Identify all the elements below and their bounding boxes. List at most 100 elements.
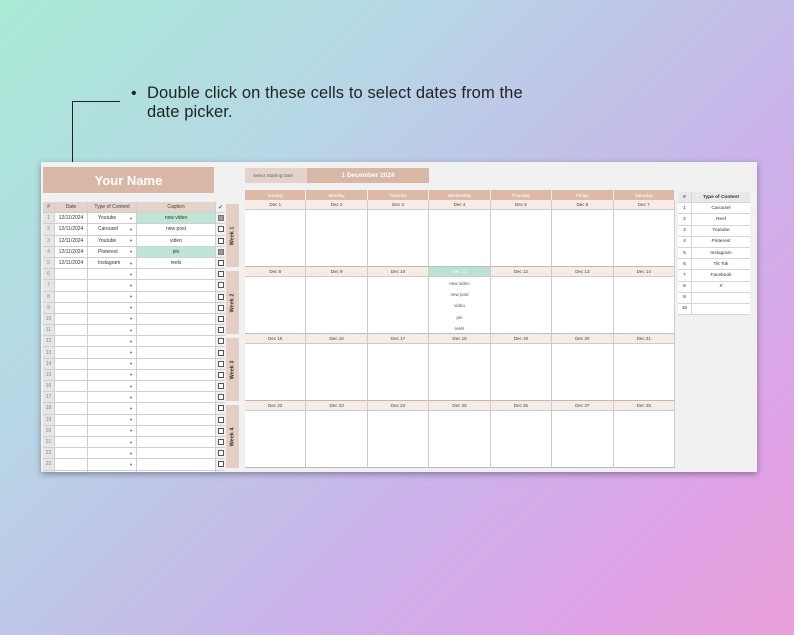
- caption-cell[interactable]: [137, 313, 216, 325]
- type-dropdown[interactable]: ▼: [88, 325, 137, 336]
- type-dropdown[interactable]: ▼: [88, 425, 137, 436]
- type-dropdown[interactable]: ▼: [88, 313, 137, 325]
- date-cell[interactable]: [55, 436, 88, 448]
- date-cell[interactable]: Dec 3: [367, 200, 430, 210]
- caption-cell[interactable]: [137, 459, 216, 470]
- type-dropdown[interactable]: ▼: [88, 414, 137, 425]
- date-cell[interactable]: Dec 20: [552, 334, 614, 344]
- type-dropdown[interactable]: ▼: [88, 302, 137, 313]
- date-cell[interactable]: 12/11/2024: [55, 235, 88, 246]
- caption-cell[interactable]: [137, 381, 216, 392]
- day-cell[interactable]: [367, 210, 430, 267]
- type-dropdown[interactable]: ▼: [88, 448, 137, 459]
- date-cell[interactable]: Dec 14: [613, 267, 675, 277]
- date-cell[interactable]: [55, 369, 88, 380]
- date-cell[interactable]: Dec 7: [613, 200, 675, 210]
- date-cell[interactable]: [55, 459, 88, 470]
- date-cell[interactable]: 12/11/2024: [55, 224, 88, 235]
- date-cell[interactable]: Dec 18: [429, 334, 491, 344]
- caption-cell[interactable]: new post: [137, 224, 216, 235]
- date-cell[interactable]: [55, 470, 88, 472]
- posted-checkbox[interactable]: [217, 315, 224, 322]
- posted-checkbox[interactable]: [217, 405, 224, 412]
- day-cell[interactable]: [306, 411, 368, 468]
- day-cell[interactable]: [613, 411, 675, 468]
- date-cell[interactable]: 12/11/2024: [55, 257, 88, 269]
- day-cell[interactable]: [490, 411, 553, 468]
- caption-cell[interactable]: video: [137, 235, 216, 246]
- date-cell[interactable]: Dec 2: [306, 200, 368, 210]
- start-date-value[interactable]: 1 December 2024: [307, 168, 429, 183]
- posted-checkbox[interactable]: [217, 349, 224, 356]
- caption-cell[interactable]: pin: [137, 246, 216, 257]
- type-dropdown[interactable]: ▼: [88, 392, 137, 403]
- posted-checkbox[interactable]: [217, 416, 224, 423]
- day-cell[interactable]: [429, 344, 491, 401]
- date-cell[interactable]: Dec 27: [552, 401, 614, 411]
- date-cell[interactable]: [55, 381, 88, 392]
- date-cell[interactable]: [55, 280, 88, 291]
- date-cell[interactable]: Dec 6: [552, 200, 614, 210]
- date-cell[interactable]: Dec 11: [429, 267, 491, 277]
- date-cell[interactable]: [55, 425, 88, 436]
- type-name[interactable]: Pinterest: [692, 236, 750, 247]
- type-dropdown[interactable]: ▼: [88, 436, 137, 448]
- type-name[interactable]: Youtube: [692, 225, 750, 236]
- type-dropdown[interactable]: Youtube ▼: [88, 213, 137, 224]
- caption-cell[interactable]: [137, 269, 216, 280]
- type-dropdown[interactable]: ▼: [88, 280, 137, 291]
- type-dropdown[interactable]: ▼: [88, 459, 137, 470]
- type-dropdown[interactable]: Youtube ▼: [88, 235, 137, 246]
- date-cell[interactable]: Dec 28: [613, 401, 675, 411]
- day-cell[interactable]: [306, 277, 368, 334]
- date-cell[interactable]: [55, 325, 88, 336]
- date-cell[interactable]: [55, 336, 88, 347]
- date-cell[interactable]: [55, 269, 88, 280]
- caption-cell[interactable]: [137, 336, 216, 347]
- type-dropdown[interactable]: ▼: [88, 358, 137, 369]
- type-name[interactable]: X: [692, 281, 750, 292]
- date-cell[interactable]: [55, 313, 88, 325]
- type-dropdown[interactable]: ▼: [88, 347, 137, 358]
- day-cell[interactable]: [552, 210, 614, 267]
- day-cell[interactable]: [613, 344, 675, 401]
- type-dropdown[interactable]: ▼: [88, 403, 137, 414]
- date-cell[interactable]: [55, 403, 88, 414]
- date-cell[interactable]: Dec 23: [306, 401, 368, 411]
- day-cell[interactable]: [613, 277, 675, 334]
- type-dropdown[interactable]: ▼: [88, 381, 137, 392]
- caption-cell[interactable]: [137, 403, 216, 414]
- date-cell[interactable]: [55, 448, 88, 459]
- date-cell[interactable]: Dec 10: [367, 267, 430, 277]
- caption-cell[interactable]: [137, 325, 216, 336]
- caption-cell[interactable]: [137, 347, 216, 358]
- caption-cell[interactable]: [137, 291, 216, 302]
- date-cell[interactable]: Dec 22: [245, 401, 307, 411]
- posted-checkbox[interactable]: [217, 394, 224, 401]
- posted-checkbox[interactable]: [217, 304, 224, 311]
- type-dropdown[interactable]: ▼: [88, 336, 137, 347]
- posted-checkbox[interactable]: [217, 226, 224, 233]
- posted-checkbox[interactable]: [217, 282, 224, 289]
- caption-cell[interactable]: [137, 280, 216, 291]
- day-cell[interactable]: [490, 210, 553, 267]
- date-cell[interactable]: 12/11/2024: [55, 213, 88, 224]
- type-dropdown[interactable]: Pinterest ▼: [88, 246, 137, 257]
- caption-cell[interactable]: [137, 470, 216, 472]
- posted-checkbox[interactable]: [217, 271, 224, 278]
- day-cell[interactable]: [245, 277, 307, 334]
- day-cell[interactable]: new video new post video pin reels: [429, 277, 491, 334]
- posted-checkbox[interactable]: [217, 248, 224, 255]
- day-cell[interactable]: [245, 344, 307, 401]
- caption-cell[interactable]: [137, 392, 216, 403]
- name-title[interactable]: Your Name: [43, 167, 214, 193]
- posted-checkbox[interactable]: [217, 293, 224, 300]
- day-cell[interactable]: [552, 411, 614, 468]
- day-cell[interactable]: [552, 344, 614, 401]
- date-cell[interactable]: Dec 19: [490, 334, 553, 344]
- day-cell[interactable]: [552, 277, 614, 334]
- date-cell[interactable]: Dec 1: [245, 200, 307, 210]
- type-dropdown[interactable]: Carousel ▼: [88, 224, 137, 235]
- date-cell[interactable]: Dec 8: [245, 267, 307, 277]
- type-name[interactable]: Instagram: [692, 247, 750, 259]
